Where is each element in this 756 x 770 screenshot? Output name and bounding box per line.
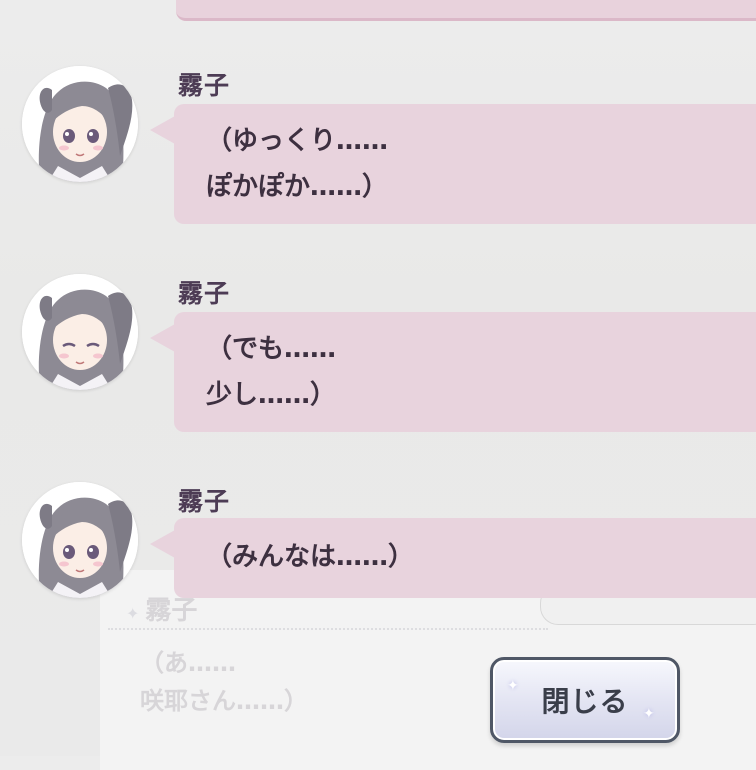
character-portrait-icon bbox=[22, 274, 138, 390]
background-log-text: （あ…… 咲耶さん……） bbox=[140, 649, 308, 715]
message-text: （でも…… 少し……） bbox=[206, 334, 337, 410]
message-bubble: （ゆっくり…… ぽかぽか……） bbox=[150, 104, 756, 224]
kiriko-avatar bbox=[22, 274, 138, 390]
previous-message-bubble-edge bbox=[176, 0, 756, 21]
character-portrait-icon bbox=[22, 482, 138, 598]
kiriko-avatar bbox=[22, 66, 138, 182]
kiriko-avatar bbox=[22, 482, 138, 598]
speaker-name: 霧子 bbox=[178, 71, 231, 100]
message-text: （ゆっくり…… ぽかぽか……） bbox=[206, 126, 389, 202]
speaker-name: 霧子 bbox=[178, 487, 231, 516]
speaker-name: 霧子 bbox=[178, 279, 231, 308]
close-button-label: 閉じる bbox=[541, 685, 629, 718]
message-bubble: （でも…… 少し……） bbox=[150, 312, 756, 432]
background-log-divider bbox=[108, 628, 548, 630]
message-bubble: （みんなは……） bbox=[150, 518, 756, 598]
character-portrait-icon bbox=[22, 66, 138, 182]
sparkle-icon: ✦ bbox=[507, 678, 519, 694]
close-button[interactable]: ✦ ✦ 閉じる bbox=[490, 657, 680, 743]
message-text: （みんなは……） bbox=[206, 542, 415, 572]
sparkle-icon: ✦ bbox=[643, 706, 655, 722]
